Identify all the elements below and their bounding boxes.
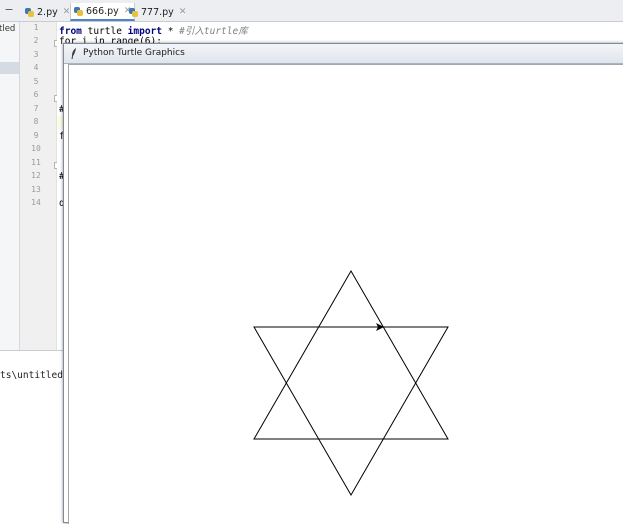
tab-777-py[interactable]: 777.py ✕ [126, 3, 189, 21]
editor-tab-bar: − 2.py ✕ 666.py ✕ 777.py ✕ [0, 0, 623, 22]
project-panel: tled [0, 22, 20, 350]
line-number: 8 [33, 117, 39, 126]
line-number: 7 [33, 104, 39, 113]
line-number: 6 [33, 90, 39, 99]
star-triangle-up [253, 270, 449, 440]
line-number: 3 [33, 50, 39, 59]
python-file-icon [129, 7, 138, 17]
line-number: 10 [31, 144, 41, 153]
line-number: 9 [33, 131, 39, 140]
code-comment: #引入turtle库 [179, 26, 248, 37]
line-number: 2 [33, 36, 39, 45]
tab-label: 2.py [37, 6, 58, 18]
window-title: Python Turtle Graphics [83, 48, 185, 58]
turtle-graphics-window[interactable]: Python Turtle Graphics [63, 43, 623, 524]
tab-label: 777.py [141, 6, 174, 18]
code-line-1: from turtle import * #引入turtle库 [59, 23, 248, 37]
line-number: 11 [31, 158, 41, 167]
line-number: 1 [33, 23, 39, 32]
tab-2-py[interactable]: 2.py ✕ [22, 3, 73, 21]
line-number: 5 [33, 77, 39, 86]
line-number: 4 [33, 63, 39, 72]
project-selected-row[interactable] [0, 62, 19, 74]
turtle-canvas-frame [68, 64, 623, 524]
python-file-icon [25, 7, 34, 17]
line-number-gutter: 1 2 3 4 5 6 7 8 9 10 11 12 13 14 [20, 22, 61, 350]
operator: * [161, 26, 180, 37]
turtle-canvas[interactable] [69, 65, 623, 505]
collapse-icon[interactable]: − [3, 3, 15, 17]
close-icon[interactable]: ✕ [179, 7, 187, 17]
line-number: 12 [31, 171, 41, 180]
line-number: 14 [31, 198, 41, 207]
project-item-label[interactable]: tled [0, 24, 15, 34]
line-number: 13 [31, 185, 41, 194]
star-triangle-down [253, 326, 449, 496]
python-file-icon [74, 6, 83, 16]
tab-label: 666.py [86, 5, 119, 17]
window-titlebar[interactable]: Python Turtle Graphics [64, 44, 623, 64]
feather-icon [71, 48, 76, 59]
